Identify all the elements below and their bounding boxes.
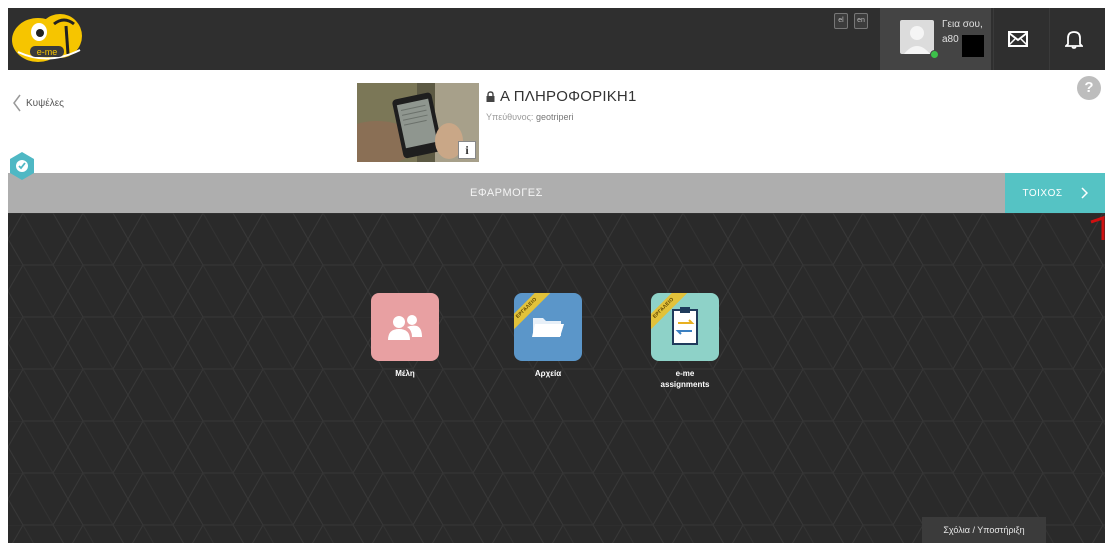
apps-bar-title: ΕΦΑΡΜΟΓΕΣ <box>470 187 543 199</box>
help-icon[interactable]: ? <box>1077 76 1101 100</box>
bell-icon <box>1064 31 1083 49</box>
app-members[interactable]: Μέλη <box>360 293 450 379</box>
course-header: Κυψέλες i Α ΠΛΗΡΟΦΟΡΙΚΗ1 Υπεύθυνος: geot… <box>8 70 1105 173</box>
username-text: a80 <box>942 34 959 45</box>
app-files[interactable]: ΕΡΓΑΛΕΙΟ Αρχεία <box>503 293 593 379</box>
user-menu[interactable]: Γεια σου, a80 <box>880 8 991 70</box>
notifications-button[interactable] <box>1049 8 1097 70</box>
app-assignments[interactable]: ΕΡΓΑΛΕΙΟ e-me assignments <box>640 293 730 390</box>
messages-button[interactable] <box>993 8 1041 70</box>
lock-icon <box>486 91 495 102</box>
folder-icon <box>532 318 564 337</box>
app-window: e-me el en Γεια σου, a80 Κυψέλες i Α ΠΛΗ… <box>8 8 1105 543</box>
app-assignments-label: e-me assignments <box>660 369 710 389</box>
chevron-right-icon <box>1081 187 1088 199</box>
owner-label: Υπεύθυνος: <box>486 112 534 122</box>
e-me-logo[interactable]: e-me <box>8 10 86 66</box>
course-title: Α ΠΛΗΡΟΦΟΡΙΚΗ1 <box>486 88 637 105</box>
assignment-icon <box>672 307 698 345</box>
avatar[interactable] <box>900 20 934 54</box>
top-bar: e-me el en Γεια σου, a80 <box>8 8 1105 70</box>
language-en-button[interactable]: en <box>854 13 868 29</box>
wall-button-label: ΤΟΙΧΟΣ <box>1022 187 1063 199</box>
back-link[interactable]: Κυψέλες <box>12 94 64 112</box>
app-members-icon[interactable] <box>371 293 439 361</box>
mail-icon <box>1007 31 1028 47</box>
back-label: Κυψέλες <box>26 97 65 109</box>
course-title-text: Α ΠΛΗΡΟΦΟΡΙΚΗ1 <box>500 88 637 105</box>
owner-name[interactable]: geotriperi <box>536 112 574 122</box>
app-files-label: Αρχεία <box>534 369 562 378</box>
verified-hex-icon[interactable] <box>8 151 36 181</box>
app-members-label: Μέλη <box>395 369 415 378</box>
info-icon[interactable]: i <box>458 141 476 159</box>
redacted-box <box>962 35 984 57</box>
greeting-text: Γεια σου, <box>942 19 983 30</box>
chevron-left-icon <box>13 94 21 112</box>
online-status-dot <box>930 50 939 59</box>
app-files-icon[interactable]: ΕΡΓΑΛΕΙΟ <box>514 293 582 361</box>
app-assignments-icon[interactable]: ΕΡΓΑΛΕΙΟ <box>651 293 719 361</box>
feedback-support-button[interactable]: Σχόλια / Υποστήριξη <box>922 517 1046 543</box>
course-thumbnail: i <box>357 83 479 162</box>
logo-text: e-me <box>37 47 58 57</box>
apps-bar: ΕΦΑΡΜΟΓΕΣ ΤΟΙΧΟΣ <box>8 173 1105 213</box>
users-icon <box>388 315 422 340</box>
language-el-button[interactable]: el <box>834 13 848 29</box>
course-owner: Υπεύθυνος: geotriperi <box>486 112 573 122</box>
apps-canvas: Μέλη ΕΡΓΑΛΕΙΟ Αρχεία ΕΡΓΑΛΕΙΟ e-me assig… <box>8 213 1105 543</box>
red-annotation-mark <box>1090 215 1105 240</box>
